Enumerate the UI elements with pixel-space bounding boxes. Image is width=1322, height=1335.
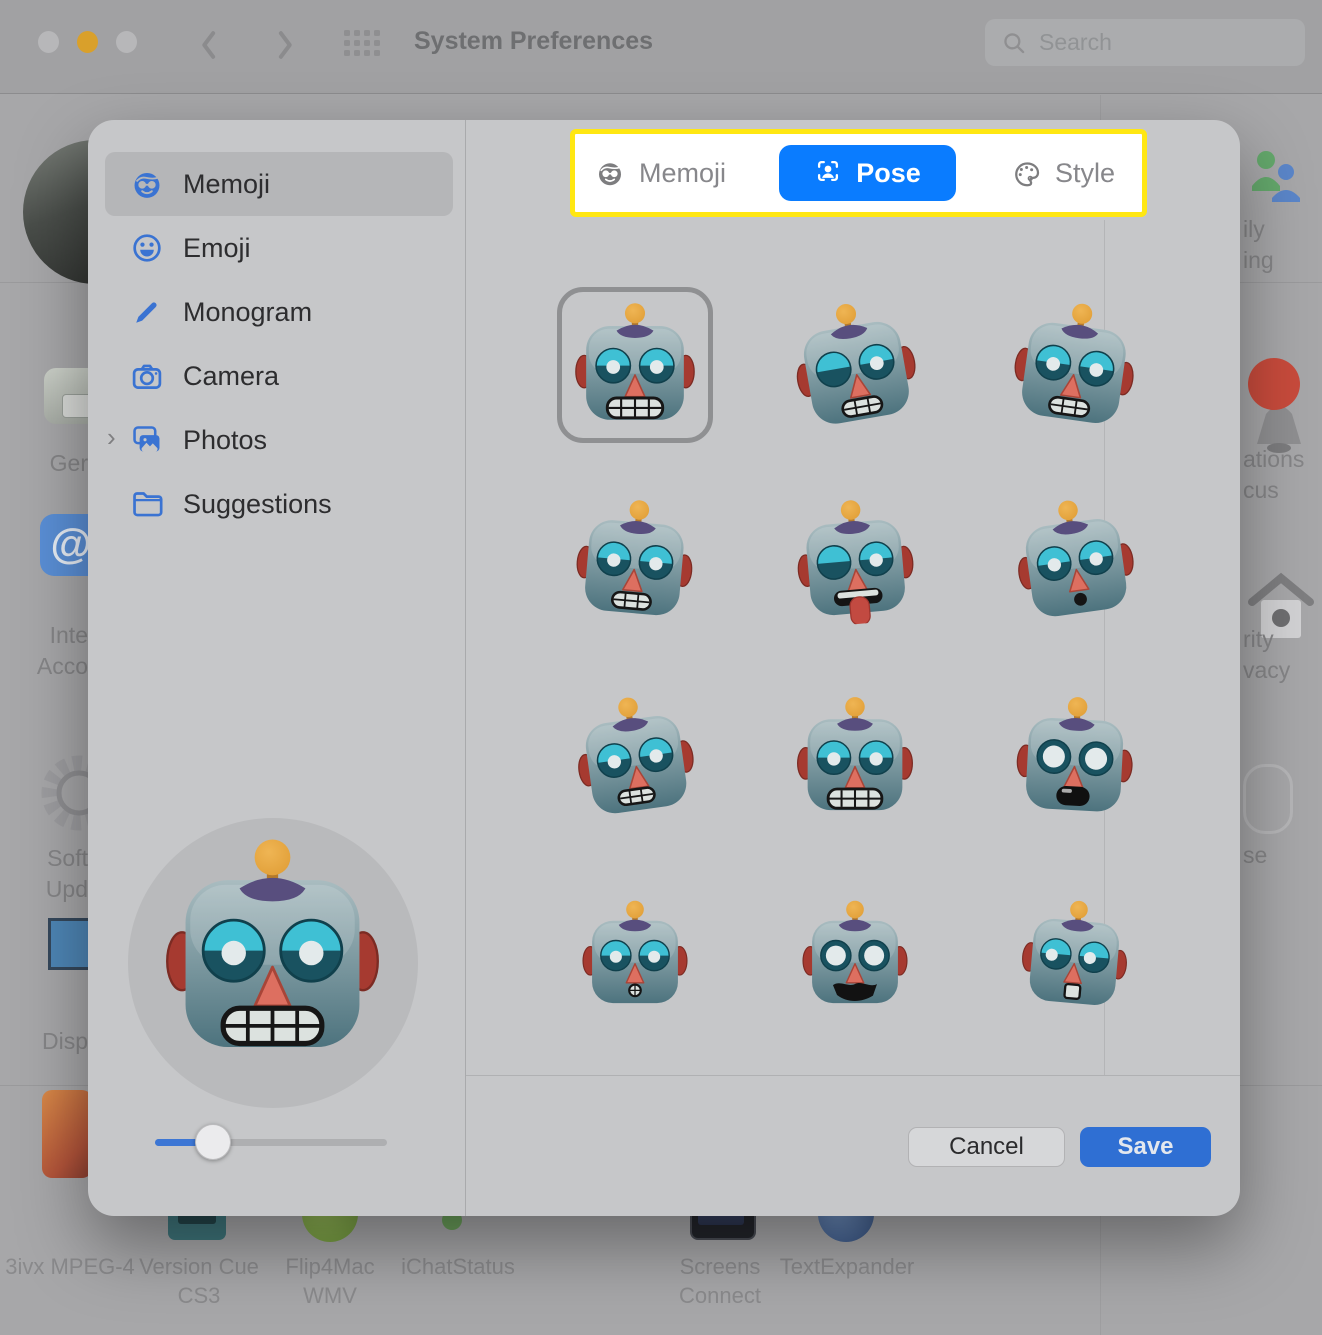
sidebar-item-label: Memoji (183, 169, 270, 200)
background-app-label: 3ivx MPEG-4 (5, 1252, 135, 1281)
disclosure-chevron-icon[interactable]: › (107, 422, 116, 453)
window-toolbar: System Preferences Search (0, 0, 1322, 94)
sidebar-item-label: Suggestions (183, 489, 332, 520)
avatar-preview-robot (155, 832, 390, 1072)
avatar-picker-dialog: Memoji Emoji Monogram Camera › Photos Sug… (88, 120, 1240, 1216)
background-app-label: se (1243, 840, 1267, 871)
pose-option-6[interactable] (1011, 496, 1139, 624)
pencil-icon (129, 294, 165, 330)
show-all-grid-icon[interactable] (344, 30, 382, 58)
tab-label: Style (1055, 158, 1115, 189)
background-app-label: ily ing (1243, 214, 1274, 276)
back-icon[interactable] (196, 27, 222, 63)
background-app-label: Ger (50, 448, 88, 479)
forward-icon[interactable] (272, 27, 298, 63)
pose-option-8[interactable] (791, 693, 919, 821)
tab-label: Memoji (639, 158, 726, 189)
pose-option-11[interactable] (797, 897, 913, 1013)
sidebar-item-monogram[interactable]: Monogram (105, 280, 453, 344)
background-app-label: iChatStatus (401, 1252, 515, 1281)
save-button[interactable]: Save (1080, 1127, 1211, 1167)
sidebar-item-label: Photos (183, 425, 267, 456)
tab-pose[interactable]: Pose (779, 145, 956, 201)
background-app-label: Version Cue CS3 (139, 1252, 259, 1310)
background-app-label: Screens Connect (679, 1252, 761, 1310)
camera-icon (129, 358, 165, 394)
page-title: System Preferences (414, 27, 653, 56)
search-placeholder: Search (1039, 29, 1112, 56)
pose-frame-icon (814, 157, 842, 190)
avatar-zoom-slider[interactable] (155, 1139, 387, 1146)
sidebar-item-label: Camera (183, 361, 279, 392)
palette-icon (1011, 158, 1041, 188)
sidebar-item-camera[interactable]: Camera (105, 344, 453, 408)
photos-icon (129, 422, 165, 458)
background-app-label: TextExpander (780, 1252, 915, 1281)
slider-knob[interactable] (195, 1124, 231, 1160)
search-icon (1001, 30, 1027, 56)
sidebar-item-memoji[interactable]: Memoji (105, 152, 453, 216)
pose-option-3[interactable] (1009, 299, 1141, 431)
pose-option-4[interactable] (571, 496, 699, 624)
sidebar-item-label: Emoji (183, 233, 251, 264)
background-app-label: Flip4Mac WMV (285, 1252, 374, 1310)
sidebar-item-photos[interactable]: › Photos (105, 408, 453, 472)
background-app-label: ations cus (1243, 444, 1304, 506)
pose-option-10[interactable] (577, 897, 693, 1013)
tab-label: Pose (856, 158, 921, 189)
pose-option-7[interactable] (571, 693, 699, 821)
mpeg4-icon (42, 1090, 92, 1178)
sidebar-item-emoji[interactable]: Emoji (105, 216, 453, 280)
pose-option-12[interactable] (1017, 897, 1133, 1013)
background-app-label: Inte Acco (37, 620, 88, 682)
minimize-window-button[interactable] (77, 31, 98, 53)
sidebar-divider (465, 120, 466, 1216)
sidebar-item-suggestions[interactable]: Suggestions (105, 472, 453, 536)
tab-bar-annotation-highlight: Memoji Pose Style (570, 129, 1147, 217)
pose-option-2[interactable] (789, 299, 921, 431)
folder-icon (129, 486, 165, 522)
background-app-label: rity vacy (1243, 624, 1290, 686)
cancel-button[interactable]: Cancel (908, 1127, 1065, 1167)
sidebar-item-label: Monogram (183, 297, 312, 328)
search-input[interactable]: Search (985, 19, 1305, 66)
tab-memoji[interactable]: Memoji (595, 134, 726, 212)
family-sharing-icon (1246, 144, 1306, 208)
pose-option-1-selected[interactable] (569, 299, 701, 431)
tab-style[interactable]: Style (1011, 134, 1115, 212)
pose-option-9[interactable] (1011, 693, 1139, 821)
background-app-label: Disp (42, 1026, 88, 1057)
close-window-button[interactable] (38, 31, 59, 53)
memoji-face-icon (595, 158, 625, 188)
emoji-smiley-icon (129, 230, 165, 266)
mouse-icon (1243, 764, 1293, 834)
footer-divider (466, 1075, 1240, 1076)
zoom-window-button[interactable] (116, 31, 137, 53)
memoji-face-icon (129, 166, 165, 202)
background-app-label: Soft Upd (46, 843, 88, 905)
pose-option-5[interactable] (791, 496, 919, 624)
